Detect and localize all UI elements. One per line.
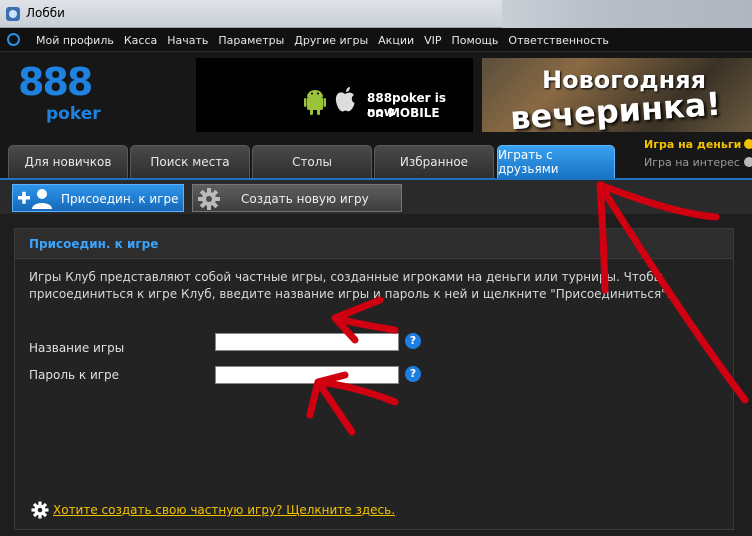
background-window xyxy=(502,0,752,28)
app-icon xyxy=(6,7,20,21)
menu-item-responsibility[interactable]: Ответственность xyxy=(508,34,608,47)
android-icon xyxy=(304,90,326,115)
title-bar: Лобби xyxy=(0,0,752,28)
password-input[interactable] xyxy=(215,366,399,384)
panel-header: Присоедин. к игре xyxy=(15,229,733,259)
menu-item-start[interactable]: Начать xyxy=(167,34,208,47)
mobile-banner[interactable]: 888poker is now on MOBILE xyxy=(196,58,473,132)
game-name-help-icon[interactable]: ? xyxy=(405,333,421,349)
join-game-button[interactable]: Присоедин. к игре xyxy=(12,184,184,212)
menu-bar: Мой профиль Касса Начать Параметры Други… xyxy=(0,28,752,52)
tab-tables[interactable]: Столы xyxy=(252,145,372,178)
tab-play-with-friends[interactable]: Играть с друзьями xyxy=(497,145,615,178)
game-name-input[interactable] xyxy=(215,333,399,351)
panel-title: Присоедин. к игре xyxy=(29,237,159,251)
play-money-mode[interactable]: Игра на интерес xyxy=(644,156,740,169)
panel-description: Игры Клуб представляют собой частные игр… xyxy=(29,270,671,301)
create-game-button[interactable]: Создать новую игру xyxy=(192,184,402,212)
header: 888 poker 888poker is now on MOBILE Ново… xyxy=(0,52,752,142)
game-name-label: Название игры xyxy=(29,341,125,355)
menu-item-help[interactable]: Помощь xyxy=(452,34,499,47)
menu-item-promotions[interactable]: Акции xyxy=(378,34,414,47)
brand-number: 888 xyxy=(18,60,93,104)
lobby-tabs: Для новичков Поиск места Столы Избранное… xyxy=(0,142,752,178)
password-help-icon[interactable]: ? xyxy=(405,366,421,382)
tab-find-seat[interactable]: Поиск места xyxy=(130,145,250,178)
sub-toolbar: Присоедин. к игре Создать новую игру xyxy=(0,178,752,214)
new-year-party-banner[interactable]: Новогодняя вечеринка! xyxy=(482,58,752,132)
menu-item-profile[interactable]: Мой профиль xyxy=(36,34,114,47)
join-game-label: Присоедин. к игре xyxy=(61,192,179,206)
real-money-mode[interactable]: Игра на деньги xyxy=(644,138,741,151)
tab-favorites[interactable]: Избранное xyxy=(374,145,494,178)
tab-beginners[interactable]: Для новичков xyxy=(8,145,128,178)
party-banner-line2: вечеринка! xyxy=(508,84,723,132)
poker-logo-icon[interactable] xyxy=(7,33,20,46)
menu-item-cashier[interactable]: Касса xyxy=(124,34,157,47)
brand-logo: 888 poker xyxy=(18,58,110,130)
menu-item-settings[interactable]: Параметры xyxy=(218,34,284,47)
join-game-panel: Присоедин. к игре Игры Клуб представляют… xyxy=(14,228,734,530)
window-title: Лобби xyxy=(26,6,65,20)
play-money-radio[interactable] xyxy=(744,157,752,167)
gear-icon xyxy=(31,501,49,519)
create-private-game-link[interactable]: Хотите создать свою частную игру? Щелкни… xyxy=(53,503,395,517)
lobby-window: Лобби Мой профиль Касса Начать Параметры… xyxy=(0,0,752,536)
mobile-banner-line2: on MOBILE xyxy=(367,106,440,120)
brand-word: poker xyxy=(46,104,101,124)
apple-icon xyxy=(335,87,355,112)
password-label: Пароль к игре xyxy=(29,368,120,382)
real-money-radio[interactable] xyxy=(744,139,752,149)
menu-item-vip[interactable]: VIP xyxy=(424,34,441,47)
add-user-icon xyxy=(18,189,52,209)
create-game-label: Создать новую игру xyxy=(241,192,369,206)
menu-items: Мой профиль Касса Начать Параметры Други… xyxy=(36,28,619,52)
gear-icon xyxy=(198,188,220,210)
menu-item-other-games[interactable]: Другие игры xyxy=(294,34,368,47)
